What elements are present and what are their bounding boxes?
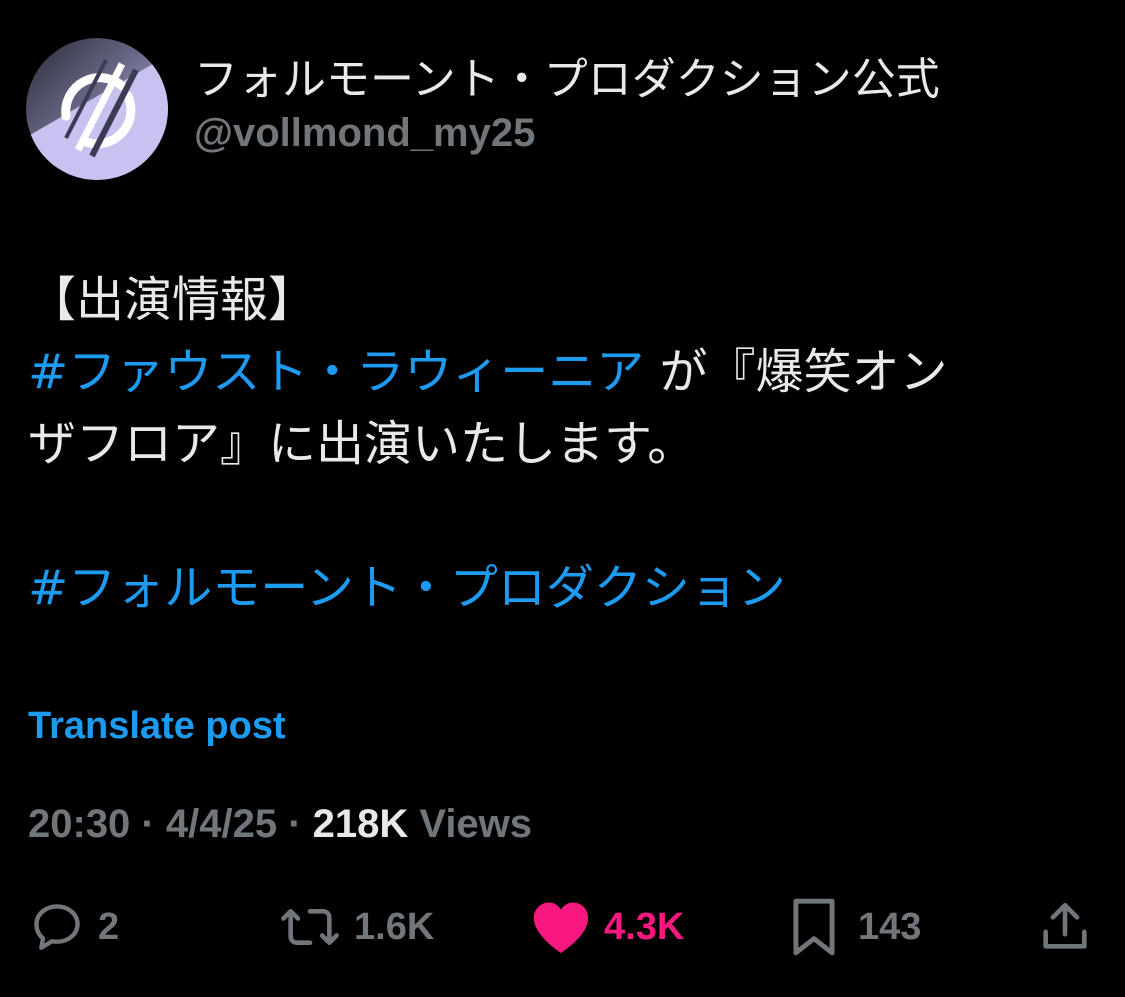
author-handle[interactable]: @vollmond_my25 xyxy=(194,108,940,158)
author-display-name[interactable]: フォルモーント・プロダクション公式 xyxy=(194,52,940,108)
avatar[interactable] xyxy=(26,38,168,180)
post-line-2-text: が『爆笑オン xyxy=(644,344,948,400)
reply-count: 2 xyxy=(98,905,120,948)
repost-icon xyxy=(281,908,339,946)
share-button[interactable] xyxy=(1036,890,1094,964)
bookmark-count: 143 xyxy=(858,905,922,948)
views-label: Views xyxy=(408,802,533,846)
hashtag-link[interactable]: #ファウスト・ラウィーニア xyxy=(28,344,644,400)
views-count: 218K xyxy=(312,802,409,846)
author-info: フォルモーント・プロダクション公式 @vollmond_my25 xyxy=(194,38,940,158)
post-line-1: 【出演情報】 xyxy=(28,272,317,328)
bookmark-button[interactable]: 143 xyxy=(788,890,921,964)
post-meta: 20:30 · 4/4/25 · 218K Views xyxy=(28,798,532,850)
meta-separator: · xyxy=(130,802,166,846)
moon-logo-avatar xyxy=(26,38,168,180)
post-date[interactable]: 4/4/25 xyxy=(166,802,277,846)
post-line-2: #ファウスト・ラウィーニア が『爆笑オン xyxy=(28,336,1088,408)
post-line-3: ザフロア』に出演いたします。 xyxy=(28,416,696,472)
translate-post-link[interactable]: Translate post xyxy=(28,702,286,750)
action-bar: 2 1.6K 4.3K 143 xyxy=(0,890,1125,964)
reply-icon xyxy=(34,904,80,950)
post-text: 【出演情報】 #ファウスト・ラウィーニア が『爆笑オン ザフロア』に出演いたしま… xyxy=(28,264,1088,624)
repost-count: 1.6K xyxy=(354,905,435,948)
heart-icon xyxy=(533,902,589,953)
post-line-4: #フォルモーント・プロダクション xyxy=(28,552,1088,624)
post-time[interactable]: 20:30 xyxy=(28,802,130,846)
hashtag-link[interactable]: #フォルモーント・プロダクション xyxy=(28,560,786,616)
meta-separator: · xyxy=(277,802,313,846)
post-blank-line xyxy=(28,480,1088,552)
like-count: 4.3K xyxy=(604,905,685,948)
like-button[interactable]: 4.3K xyxy=(530,890,684,964)
post-header: フォルモーント・プロダクション公式 @vollmond_my25 xyxy=(26,38,940,180)
bookmark-icon xyxy=(793,898,835,956)
reply-button[interactable]: 2 xyxy=(28,890,119,964)
share-icon xyxy=(1043,902,1087,949)
repost-button[interactable]: 1.6K xyxy=(278,890,434,964)
